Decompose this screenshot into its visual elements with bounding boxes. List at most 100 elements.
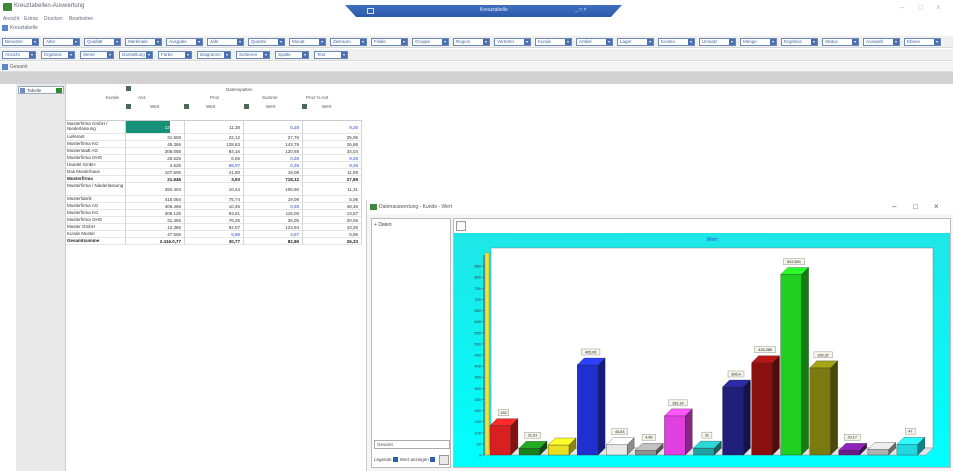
field-dropdown[interactable]: Umsatz ▾ <box>699 38 736 46</box>
chevron-down-icon[interactable]: ▾ <box>770 39 776 45</box>
chevron-down-icon[interactable]: ▾ <box>360 39 366 45</box>
table-cell[interactable]: 20.526 <box>126 156 184 161</box>
table-cell[interactable]: 123,94 <box>244 225 302 230</box>
column-header-3[interactable]: Summe <box>262 95 278 100</box>
table-cell[interactable]: 19,08 <box>244 170 302 175</box>
table-row[interactable]: Gesamtsumme 2.416.0,77 30,77 82,86 26,33 <box>66 238 362 245</box>
chevron-down-icon[interactable]: ▾ <box>185 52 191 58</box>
field-dropdown[interactable]: Quartal ▾ <box>248 38 285 46</box>
chevron-down-icon[interactable]: ▾ <box>934 39 940 45</box>
chevron-down-icon[interactable]: ▾ <box>401 39 407 45</box>
table-cell[interactable]: 26,33 <box>303 239 361 244</box>
table-cell[interactable]: 10,44 <box>185 187 243 192</box>
table-row[interactable]: Musterfirma AG 406.466 10,46 0,28 48,46 <box>66 203 362 210</box>
field-dropdown[interactable]: Text ▾ <box>314 51 348 59</box>
table-cell[interactable]: 11,31 <box>303 187 361 192</box>
table-row[interactable]: Muster GmbH 12.386 92,07 123,94 43,26 <box>66 224 362 231</box>
values-checkbox[interactable] <box>429 457 435 463</box>
table-cell[interactable]: 115,00 <box>244 211 302 216</box>
table-cell[interactable]: 21.646 <box>126 177 184 182</box>
field-dropdown[interactable]: Werte ▾ <box>80 51 114 59</box>
table-cell[interactable]: 25,06 <box>303 135 361 140</box>
field-dropdown[interactable]: Farbe ▾ <box>158 51 192 59</box>
field-dropdown[interactable]: Alter ▾ <box>43 38 80 46</box>
field-dropdown[interactable]: Ebene ▾ <box>904 38 941 46</box>
column-header-4[interactable]: Proz % Ant <box>306 95 328 100</box>
table-cell[interactable]: 13,57 <box>303 211 361 216</box>
field-dropdown[interactable]: Jahr ▾ <box>207 38 244 46</box>
table-row[interactable]: Musterfirma KG 45.366 128,63 143,79 26,66 <box>66 141 362 148</box>
legend-checkbox[interactable] <box>392 457 398 463</box>
field-dropdown[interactable]: Benutzer ▾ <box>2 38 39 46</box>
chevron-down-icon[interactable]: ▾ <box>196 39 202 45</box>
chevron-down-icon[interactable]: ▾ <box>565 39 571 45</box>
table-cell[interactable]: 306.056 <box>126 149 184 154</box>
menu-item-bearbeiten[interactable]: Bearbeiten <box>69 16 93 22</box>
table-cell[interactable]: 143,79 <box>244 142 302 147</box>
table-cell[interactable]: 75,74 <box>185 197 243 202</box>
table-cell[interactable]: 93,61 <box>185 211 243 216</box>
floating-window-controls[interactable]: _ □ × <box>575 7 587 13</box>
table-cell[interactable]: 0,28 <box>244 156 302 161</box>
table-cell[interactable]: 392.404 <box>126 187 184 192</box>
chevron-down-icon[interactable]: ▾ <box>278 39 284 45</box>
table-cell[interactable]: 47.606 <box>126 232 184 237</box>
table-cell[interactable]: 26,66 <box>303 142 361 147</box>
field-dropdown[interactable]: Merkmale ▾ <box>125 38 162 46</box>
chevron-down-icon[interactable]: ▾ <box>114 39 120 45</box>
field-dropdown[interactable]: Status ▾ <box>822 38 859 46</box>
table-cell[interactable]: 92,07 <box>185 225 243 230</box>
chevron-down-icon[interactable]: ▾ <box>606 39 612 45</box>
close-icon[interactable]: × <box>934 202 939 211</box>
column-header-2[interactable]: Proz <box>210 95 219 100</box>
field-dropdown[interactable]: Monat ▾ <box>289 38 326 46</box>
chevron-down-icon[interactable]: ▾ <box>146 52 152 58</box>
maximize-icon[interactable]: □ <box>913 202 918 211</box>
sort-icon[interactable] <box>126 104 131 109</box>
table-cell[interactable]: 68,07 <box>185 163 243 168</box>
series-combo[interactable]: Gesamt <box>374 440 450 449</box>
table-row[interactable]: Musterfirma / Niederlassung 392.404 10,44 1… <box>66 183 362 196</box>
field-dropdown[interactable]: Lager ▾ <box>617 38 654 46</box>
chart-window-title-bar[interactable]: Datenauswertung - Kunde - Wert – □ × <box>367 200 953 214</box>
table-row[interactable]: Lieferant 31.508 22,12 27,76 25,06 <box>66 134 362 141</box>
table-row[interactable]: Das Musterhaus 107.606 41,80 19,08 11,89 <box>66 169 362 176</box>
table-row[interactable]: Musterfirma OHG 31.456 76,26 36,05 20,06 <box>66 217 362 224</box>
field-dropdown[interactable]: Diagramm ▾ <box>197 51 231 59</box>
table-cell[interactable]: 120,68 <box>244 149 302 154</box>
field-dropdown[interactable]: Kunde ▾ <box>535 38 572 46</box>
table-cell[interactable]: 107.606 <box>126 170 184 175</box>
table-cell[interactable]: 30,77 <box>185 239 243 244</box>
chevron-down-icon[interactable]: ▾ <box>688 39 694 45</box>
chevron-down-icon[interactable]: ▾ <box>68 52 74 58</box>
sort-icon[interactable] <box>244 104 249 109</box>
field-dropdown[interactable]: Zeitraum ▾ <box>330 38 367 46</box>
chevron-down-icon[interactable]: ▾ <box>647 39 653 45</box>
sort-icon[interactable] <box>302 104 307 109</box>
field-dropdown[interactable]: Ergebnis ▾ <box>41 51 75 59</box>
chevron-down-icon[interactable]: ▾ <box>319 39 325 45</box>
field-dropdown[interactable]: Filiale ▾ <box>371 38 408 46</box>
chevron-down-icon[interactable]: ▾ <box>524 39 530 45</box>
table-cell[interactable]: 84,16 <box>185 149 243 154</box>
table-cell[interactable]: 9,26 <box>303 125 361 130</box>
chevron-down-icon[interactable]: ▾ <box>852 39 858 45</box>
field-dropdown[interactable]: Menge ▾ <box>740 38 777 46</box>
field-dropdown[interactable]: Ausgabe ▾ <box>166 38 203 46</box>
menu-item-extras[interactable]: Extras <box>24 16 38 22</box>
table-icon[interactable] <box>2 25 8 31</box>
table-cell[interactable]: 0,28 <box>244 204 302 209</box>
minimize-icon[interactable]: – <box>892 202 896 211</box>
chevron-down-icon[interactable]: ▾ <box>893 39 899 45</box>
field-dropdown[interactable]: Artikel ▾ <box>576 38 613 46</box>
table-row[interactable]: Kunde Muster 47.606 5,86 4,57 5,96 <box>66 231 362 238</box>
field-dropdown[interactable]: Gruppe ▾ <box>412 38 449 46</box>
chart-type-icon[interactable] <box>456 221 466 231</box>
maximize-icon[interactable]: □ <box>918 3 923 12</box>
field-dropdown[interactable]: Auswahl ▾ <box>863 38 900 46</box>
table-cell[interactable]: 31.456 <box>126 218 184 223</box>
table-cell[interactable]: 12.386 <box>126 225 184 230</box>
field-dropdown[interactable]: Darstellung ▾ <box>119 51 153 59</box>
table-cell[interactable]: 106,90 <box>244 187 302 192</box>
table-cell[interactable]: 406.466 <box>126 204 184 209</box>
